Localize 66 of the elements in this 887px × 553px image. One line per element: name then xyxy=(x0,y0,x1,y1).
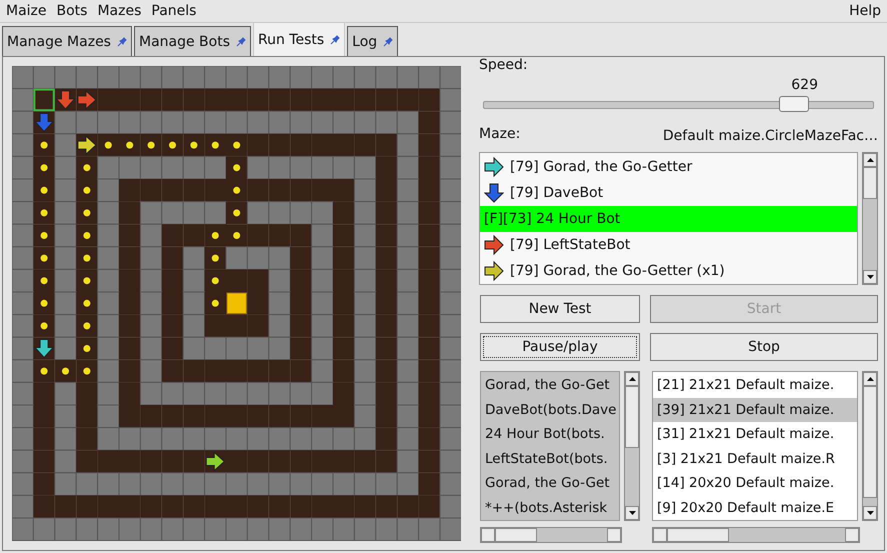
list-item[interactable]: 24 Hour Bot(bots. xyxy=(481,422,619,446)
list-item[interactable]: [9] 20x20 Default maize.E xyxy=(653,496,857,520)
slider-thumb[interactable] xyxy=(778,96,809,112)
list-item[interactable]: *++(bots.Asterisk xyxy=(481,496,619,520)
scrollbar-thumb[interactable] xyxy=(495,528,537,542)
scroll-button[interactable] xyxy=(863,372,877,386)
scroll-button[interactable] xyxy=(625,372,639,386)
list-item[interactable]: [3] 21x21 Default maize.R xyxy=(653,446,857,471)
scrollbar[interactable] xyxy=(862,371,878,521)
speed-value: 629 xyxy=(791,77,818,93)
tab[interactable]: Manage Bots xyxy=(134,26,251,56)
bot-name: [79] Gorad, the Go-Getter (x1) xyxy=(510,263,725,279)
list-item[interactable]: [21] 21x21 Default maize. xyxy=(653,373,857,398)
bot-list-item[interactable]: [F][73] 24 Hour Bot xyxy=(480,206,857,232)
scroll-button[interactable] xyxy=(625,506,639,520)
menu-item[interactable]: Help xyxy=(847,3,883,19)
scroll-button[interactable] xyxy=(863,506,877,520)
tab[interactable]: Manage Mazes xyxy=(2,26,132,56)
tab[interactable]: Run Tests xyxy=(253,22,346,56)
scrollbar[interactable] xyxy=(862,152,878,285)
scrollbar[interactable] xyxy=(652,527,860,543)
pin-icon xyxy=(236,36,246,46)
action-button[interactable]: Pause/play xyxy=(480,333,640,361)
menu-item[interactable]: Panels xyxy=(149,3,198,19)
scrollbar-thumb[interactable] xyxy=(667,528,729,542)
maze-name: Default maize.CircleMazeFac… xyxy=(662,128,878,144)
list-item[interactable]: [14] 20x20 Default maize. xyxy=(653,471,857,496)
bot-name: [79] LeftStateBot xyxy=(510,237,630,253)
up-arrow-icon xyxy=(866,377,874,381)
menu-item[interactable]: Bots xyxy=(54,3,90,19)
bot-list-item[interactable]: [79] Gorad, the Go-Getter (x1) xyxy=(480,258,857,284)
bot-name: [79] Gorad, the Go-Getter xyxy=(510,159,692,175)
list-item[interactable]: Gorad, the Go-Get xyxy=(481,471,619,496)
action-button[interactable]: New Test xyxy=(480,295,640,323)
up-arrow-icon xyxy=(628,377,636,381)
bot-name: [79] DaveBot xyxy=(510,185,604,201)
bot-name: [F][73] 24 Hour Bot xyxy=(484,211,620,227)
list-item[interactable]: DaveBot(bots.Dave xyxy=(481,398,619,422)
list-item[interactable]: [31] 21x21 Default maize. xyxy=(653,422,857,446)
list-item[interactable]: LeftStateBot(bots. xyxy=(481,446,619,471)
pin-icon xyxy=(116,36,127,46)
pin-icon xyxy=(383,36,394,46)
bot-list-item[interactable]: [79] DaveBot xyxy=(480,180,857,206)
down-arrow-icon xyxy=(628,511,636,515)
list-item[interactable]: Gorad, the Go-Get xyxy=(481,373,619,398)
scrollbar[interactable] xyxy=(624,371,640,521)
action-button[interactable]: Stop xyxy=(650,333,878,361)
pin-icon xyxy=(330,34,340,44)
up-arrow-icon xyxy=(866,158,874,162)
down-arrow-icon xyxy=(866,511,874,515)
scroll-button[interactable] xyxy=(863,270,877,284)
scrollbar-thumb[interactable] xyxy=(863,386,877,498)
down-arrow-icon xyxy=(866,275,874,279)
scroll-button[interactable] xyxy=(863,153,877,167)
menu-item[interactable]: Mazes xyxy=(95,3,144,19)
scrollbar-thumb[interactable] xyxy=(625,386,639,448)
speed-label: Speed: xyxy=(479,57,529,75)
tab[interactable]: Log xyxy=(347,26,398,56)
list-item[interactable]: [39] 21x21 Default maize. xyxy=(653,398,857,422)
maze-label: Maze: xyxy=(479,126,520,144)
speed-slider[interactable] xyxy=(483,96,874,112)
scrollbar-thumb[interactable] xyxy=(863,167,877,199)
bot-list-item[interactable]: [79] LeftStateBot xyxy=(480,232,857,258)
scrollbar[interactable] xyxy=(480,527,622,543)
menu-item[interactable]: Maize xyxy=(4,3,49,19)
bot-list-item[interactable]: [79] Gorad, the Go-Getter xyxy=(480,154,857,180)
